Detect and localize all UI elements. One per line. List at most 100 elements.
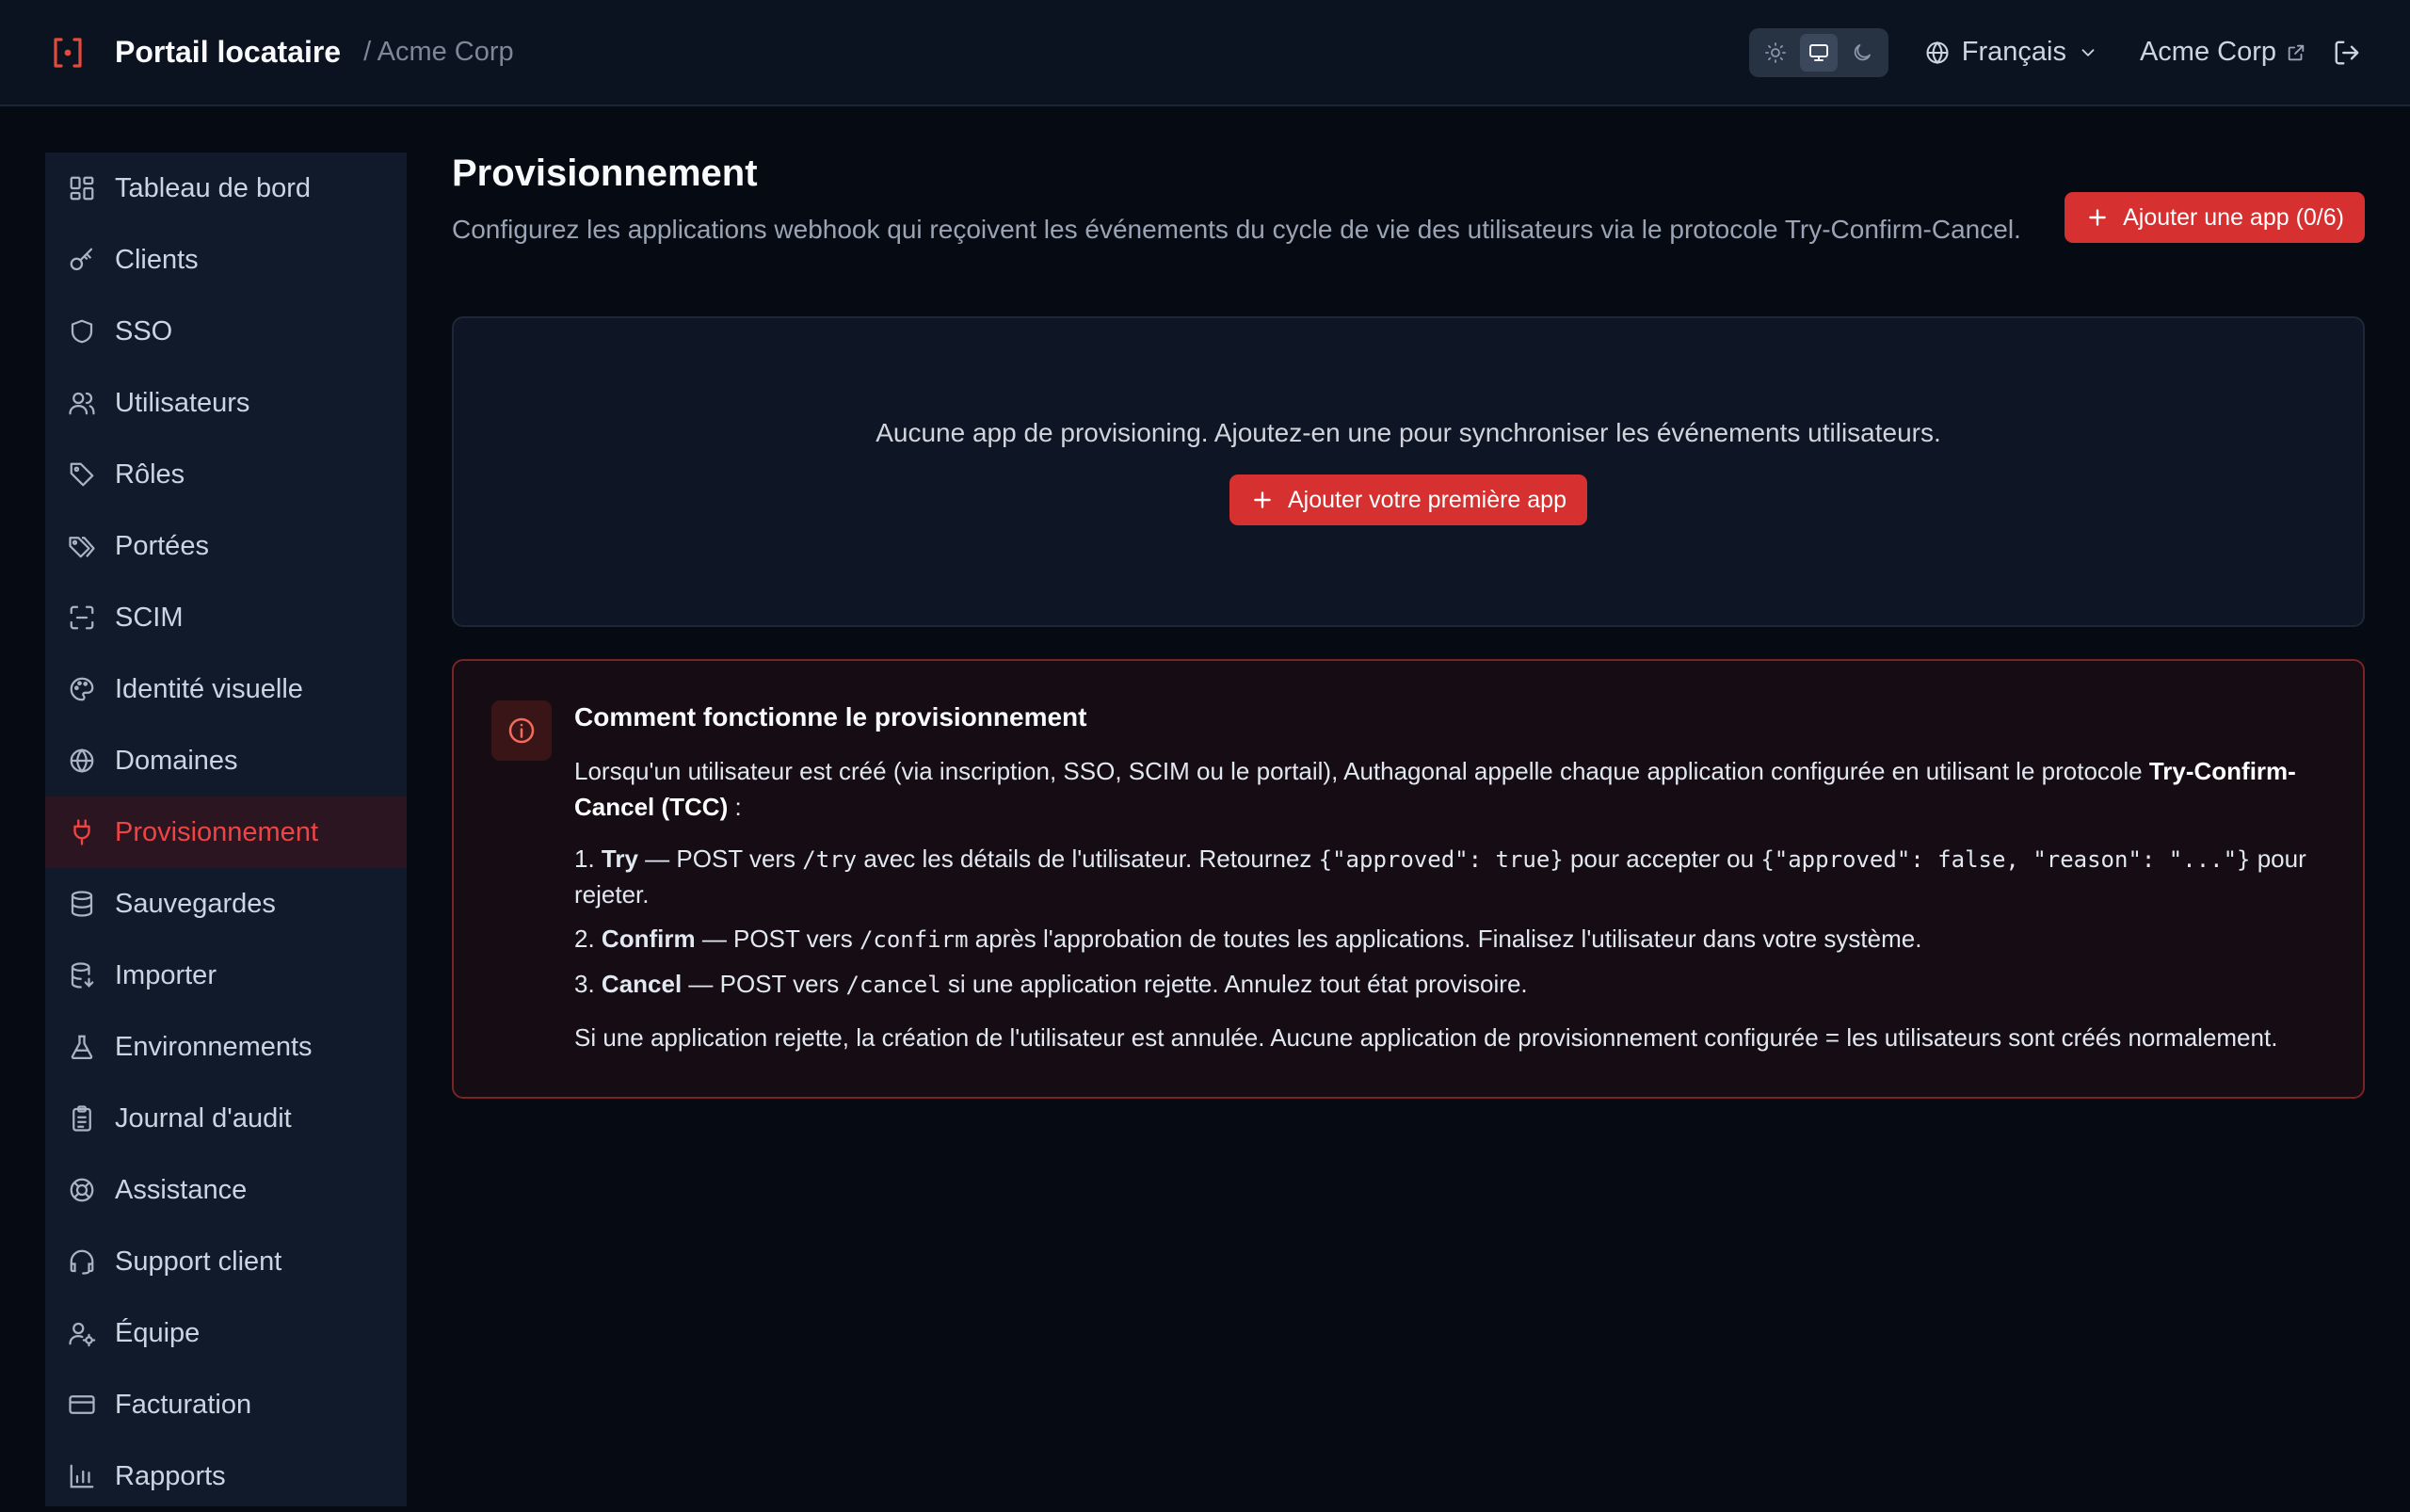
add-app-label: Ajouter une app (0/6): [2123, 203, 2344, 231]
sidebar-item-label: Rôles: [115, 458, 185, 490]
step-name: Confirm: [601, 925, 696, 953]
info-icon: [491, 700, 552, 761]
sidebar-item-label: Domaines: [115, 745, 238, 776]
sidebar-item-label: Tableau de bord: [115, 172, 311, 203]
sidebar-item-dashboard[interactable]: Tableau de bord: [45, 153, 407, 224]
sidebar-item-domains[interactable]: Domaines: [45, 725, 407, 796]
user-cog-icon: [69, 1322, 96, 1347]
info-card: Comment fonctionne le provisionnement Lo…: [452, 659, 2365, 1099]
sidebar-item-reports[interactable]: Rapports: [45, 1440, 407, 1512]
logout-button[interactable]: [2333, 39, 2361, 67]
sidebar-item-branding[interactable]: Identité visuelle: [45, 653, 407, 725]
sidebar-item-scim[interactable]: SCIM: [45, 582, 407, 653]
sidebar-item-label: Clients: [115, 244, 199, 275]
sidebar-item-label: Support client: [115, 1246, 282, 1277]
step-code: /try: [802, 846, 858, 873]
scan-icon: [70, 605, 94, 630]
palette-icon: [70, 677, 94, 701]
plus-icon: [2089, 209, 2106, 226]
dashboard-icon: [70, 176, 94, 201]
external-link-icon: [2288, 44, 2305, 60]
step-code: /cancel: [845, 972, 941, 998]
bar-chart-icon: [70, 1464, 94, 1488]
sidebar-item-billing[interactable]: Facturation: [45, 1369, 407, 1440]
info-step-cancel: 3. Cancel — POST vers /cancel si une app…: [574, 967, 2325, 1003]
step-text: — POST vers: [695, 925, 860, 953]
language-selector[interactable]: Français: [1924, 37, 2098, 68]
lifebuoy-icon: [70, 1178, 94, 1202]
sidebar-item-audit-log[interactable]: Journal d'audit: [45, 1083, 407, 1154]
plus-icon: [1254, 491, 1271, 508]
sidebar-item-sso[interactable]: SSO: [45, 296, 407, 367]
clipboard-icon: [72, 1105, 91, 1132]
key-icon: [70, 248, 93, 271]
step-name: Try: [601, 844, 638, 873]
sidebar-item-clients[interactable]: Clients: [45, 224, 407, 296]
sidebar-item-backups[interactable]: Sauvegardes: [45, 868, 407, 940]
org-link[interactable]: Acme Corp: [2140, 37, 2306, 68]
add-app-button[interactable]: Ajouter une app (0/6): [2065, 192, 2365, 243]
sidebar-item-users[interactable]: Utilisateurs: [45, 367, 407, 439]
theme-light-button[interactable]: [1757, 34, 1794, 72]
monitor-icon: [1808, 43, 1828, 61]
sidebar-item-import[interactable]: Importer: [45, 940, 407, 1011]
sidebar-item-customer-support[interactable]: Support client: [45, 1226, 407, 1297]
sidebar-item-environments[interactable]: Environnements: [45, 1011, 407, 1083]
page-title: Provisionnement: [452, 153, 758, 194]
tag-icon: [70, 462, 94, 487]
main-content: Provisionnement Configurez les applicati…: [452, 153, 2365, 1099]
sidebar: Tableau de bord Clients SSO Utilisateurs…: [45, 153, 407, 1506]
theme-system-button[interactable]: [1799, 33, 1838, 72]
headset-icon: [70, 1249, 94, 1275]
tags-icon: [69, 537, 95, 558]
moon-icon: [1854, 43, 1871, 60]
sidebar-item-label: Journal d'audit: [115, 1102, 292, 1134]
sidebar-item-label: Assistance: [115, 1174, 248, 1205]
globe-icon: [70, 748, 94, 773]
sidebar-item-label: Provisionnement: [115, 816, 318, 847]
page-header: Provisionnement Configurez les applicati…: [452, 153, 2365, 316]
flask-icon: [71, 1035, 93, 1059]
sidebar-item-label: Utilisateurs: [115, 387, 250, 418]
info-title: Comment fonctionne le provisionnement: [574, 702, 1087, 732]
empty-state-text: Aucune app de provisioning. Ajoutez-en u…: [876, 418, 1941, 447]
topbar-actions: Français Acme Corp: [1748, 27, 2361, 77]
empty-state-card: Aucune app de provisioning. Ajoutez-en u…: [452, 316, 2365, 627]
add-first-app-button[interactable]: Ajouter votre première app: [1229, 475, 1587, 525]
info-intro-end: :: [728, 793, 742, 821]
app-title[interactable]: Portail locataire: [115, 35, 341, 70]
step-text: si une application rejette. Annulez tout…: [940, 970, 1528, 998]
info-steps: 1. Try — POST vers /try avec les détails…: [574, 842, 2325, 1003]
credit-card-icon: [69, 1395, 95, 1414]
language-label: Français: [1961, 37, 2066, 67]
top-bar: Portail locataire / Acme Corp Français A…: [0, 0, 2410, 106]
sidebar-item-label: Facturation: [115, 1389, 252, 1420]
sidebar-item-label: Identité visuelle: [115, 673, 303, 704]
step-number: 1.: [574, 844, 595, 873]
sidebar-item-assistance[interactable]: Assistance: [45, 1154, 407, 1226]
sidebar-item-scopes[interactable]: Portées: [45, 510, 407, 582]
step-text: après l'approbation de toutes les applic…: [968, 925, 1922, 953]
theme-dark-button[interactable]: [1843, 34, 1881, 72]
step-name: Cancel: [601, 970, 683, 998]
step-code: {"approved": false, "reason": "..."}: [1760, 846, 2251, 873]
step-text: — POST vers: [682, 970, 846, 998]
step-number: 3.: [574, 970, 595, 998]
step-text: pour accepter ou: [1563, 844, 1761, 873]
org-link-label: Acme Corp: [2139, 37, 2276, 67]
sidebar-item-roles[interactable]: Rôles: [45, 439, 407, 510]
database-icon: [71, 891, 93, 917]
plug-icon: [73, 819, 90, 845]
sidebar-item-label: SCIM: [115, 602, 184, 633]
step-text: avec les détails de l'utilisateur. Retou…: [857, 844, 1319, 873]
sidebar-item-provisioning[interactable]: Provisionnement: [45, 796, 407, 868]
sidebar-item-team[interactable]: Équipe: [45, 1297, 407, 1369]
sidebar-item-label: Sauvegardes: [115, 888, 276, 919]
sidebar-item-label: Importer: [115, 959, 217, 990]
logout-icon: [2335, 40, 2359, 64]
step-code: /confirm: [859, 926, 969, 953]
logo-icon[interactable]: [49, 34, 87, 72]
add-first-app-label: Ajouter votre première app: [1288, 486, 1566, 513]
sidebar-item-label: SSO: [115, 315, 173, 346]
users-icon: [69, 392, 95, 415]
